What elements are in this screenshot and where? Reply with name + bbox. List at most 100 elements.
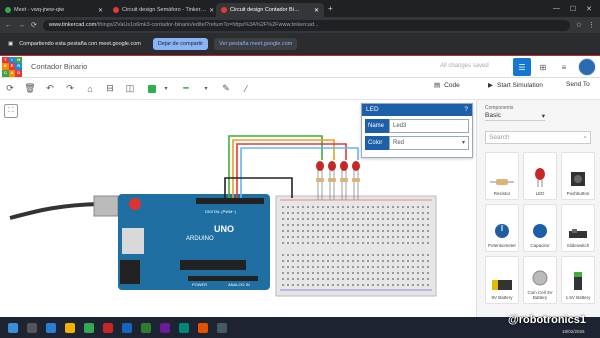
tab-meet[interactable]: Meet - vwq-jnew-qiw ✕ [0, 3, 108, 17]
windows-start-icon[interactable] [8, 322, 18, 333]
tinkercad-logo[interactable]: T I N K E R C A D [2, 56, 22, 77]
chrome-icon[interactable] [84, 322, 94, 333]
list-icon[interactable]: ≡ [555, 58, 573, 76]
arduino-board[interactable]: ARDUINO UNO DIGITAL (PWM~) POWER ANALOG … [118, 194, 270, 290]
chevron-down-icon[interactable]: ▾ [196, 85, 216, 92]
pen-off-icon[interactable]: ⁄ [236, 84, 256, 94]
app-icon[interactable] [217, 322, 227, 333]
name-value: Led3 [393, 123, 407, 129]
taskbar-date: 18/02/2025 [562, 329, 585, 334]
app-icon[interactable] [179, 322, 189, 333]
switch-tab-button[interactable]: Ver pestaña meet.google.com [214, 38, 298, 50]
app-icon[interactable] [198, 322, 208, 333]
led[interactable] [328, 161, 336, 200]
app-icon[interactable] [103, 322, 113, 333]
teams-icon[interactable] [160, 322, 170, 333]
component-led[interactable]: LED [523, 152, 557, 200]
wire-color-swatch[interactable] [148, 84, 156, 93]
new-tab-icon[interactable]: + [328, 4, 333, 13]
minimize-icon[interactable]: — [553, 5, 560, 13]
delete-icon[interactable]: 🗑 [20, 83, 40, 94]
flip-icon[interactable]: ◫ [120, 83, 140, 94]
component-1-5v-battery[interactable]: 1.5V Battery [561, 256, 595, 304]
tinkercad-icon [113, 7, 119, 13]
component-potentiometer[interactable]: Potentiometer [485, 204, 519, 252]
align-icon[interactable]: ⊟ [100, 83, 120, 94]
close-icon[interactable]: ✕ [209, 7, 214, 14]
tab-label: Circuit design Semáforo - Tinker… [122, 7, 207, 13]
component-label: Potentiometer [487, 243, 516, 248]
component-resistor[interactable]: Resistor [485, 152, 519, 200]
star-icon[interactable]: ☆ [576, 21, 582, 29]
save-status: All changes saved [440, 63, 489, 69]
logo-letter: D [15, 69, 22, 77]
name-label: Name [365, 119, 389, 133]
wire-type-icon[interactable]: ━ [176, 83, 196, 94]
name-field[interactable]: Led3 [389, 119, 469, 133]
reload-icon[interactable]: ⟳ [31, 21, 37, 29]
component-9v-battery[interactable]: 9V Battery [485, 256, 519, 304]
color-select[interactable]: Red ▾ [389, 136, 469, 150]
close-icon[interactable]: ✕ [314, 7, 319, 14]
avatar[interactable] [578, 58, 596, 76]
send-to-button[interactable]: Send To [566, 81, 590, 88]
tinkercad-app: T I N K E R C A D Contador Binario All c… [0, 55, 600, 318]
led-array[interactable] [316, 161, 360, 200]
undo-icon[interactable]: ↶ [40, 83, 60, 94]
close-window-icon[interactable]: ✕ [586, 5, 592, 13]
search-icon: ⌕ [583, 134, 587, 141]
back-icon[interactable]: ← [5, 22, 12, 29]
folder-icon[interactable] [65, 322, 75, 333]
components-panel: Components Basic ▾ Search ⌕ Resistor LED P… [476, 100, 600, 318]
logo-letter: A [8, 69, 16, 77]
search-input[interactable]: Search ⌕ [485, 131, 591, 144]
component-label: Coin Cell 3V Battery [527, 290, 553, 300]
logo-letter: I [8, 56, 16, 64]
forward-icon[interactable]: → [18, 22, 25, 29]
chip-icon[interactable]: ⊞ [534, 58, 552, 76]
tab-label: Circuit design Contador Bi… [230, 7, 300, 13]
share-icon: ▣ [8, 41, 14, 47]
pen-icon[interactable]: ✎ [216, 83, 236, 94]
usb-cable[interactable] [9, 195, 119, 220]
url-input[interactable]: www.tinkercad.com/things/2VaUs1o6mk3-con… [42, 19, 570, 31]
rotate-icon[interactable]: ⟳ [0, 83, 20, 94]
components-selected: Basic [485, 112, 501, 119]
project-title[interactable]: Contador Binario [31, 62, 87, 71]
fit-view-icon[interactable]: ⛶ [4, 104, 18, 118]
component-label: 1.5V Battery [565, 295, 591, 300]
tab-semaforo[interactable]: Circuit design Semáforo - Tinker… ✕ [108, 3, 216, 17]
wires[interactable] [224, 135, 359, 198]
maximize-icon[interactable]: ☐ [570, 5, 576, 13]
note-icon[interactable]: ⌂ [80, 84, 100, 94]
component-slideswitch[interactable]: Slideswitch [561, 204, 595, 252]
edge-icon[interactable] [46, 322, 56, 333]
tab-contador[interactable]: Circuit design Contador Bi… ✕ [216, 3, 324, 17]
led[interactable] [340, 161, 348, 200]
component-label: Slideswitch [566, 243, 590, 248]
search-icon[interactable] [27, 322, 37, 333]
code-button[interactable]: ▤ Code [434, 81, 460, 90]
address-bar: ← → ⟳ www.tinkercad.com/things/2VaUs1o6m… [0, 17, 600, 33]
circuit-view-button[interactable]: ☰ [513, 58, 531, 76]
help-icon[interactable]: ? [464, 106, 468, 114]
component-pushbutton[interactable]: Pushbutton [561, 152, 595, 200]
meet-icon [5, 7, 11, 13]
components-select[interactable]: Basic ▾ [485, 112, 545, 121]
redo-icon[interactable]: ↷ [60, 83, 80, 94]
close-icon[interactable]: ✕ [98, 7, 103, 14]
led[interactable] [316, 161, 324, 200]
stop-sharing-button[interactable]: Dejar de compartir [152, 38, 209, 50]
excel-icon[interactable] [141, 322, 151, 333]
chevron-down-icon[interactable]: ▾ [156, 85, 176, 92]
breadboard[interactable] [275, 195, 437, 297]
search-placeholder: Search [489, 134, 510, 141]
color-value: Red [393, 140, 405, 146]
component-capacitor[interactable]: Capacitor [523, 204, 557, 252]
start-simulation-button[interactable]: ▶ Start Simulation [488, 81, 543, 90]
board-brand: ARDUINO [186, 236, 214, 242]
component-coin-cell[interactable]: Coin Cell 3V Battery [523, 256, 557, 304]
menu-icon[interactable]: ⋮ [588, 21, 595, 29]
led[interactable] [352, 161, 360, 200]
word-icon[interactable] [122, 322, 132, 333]
